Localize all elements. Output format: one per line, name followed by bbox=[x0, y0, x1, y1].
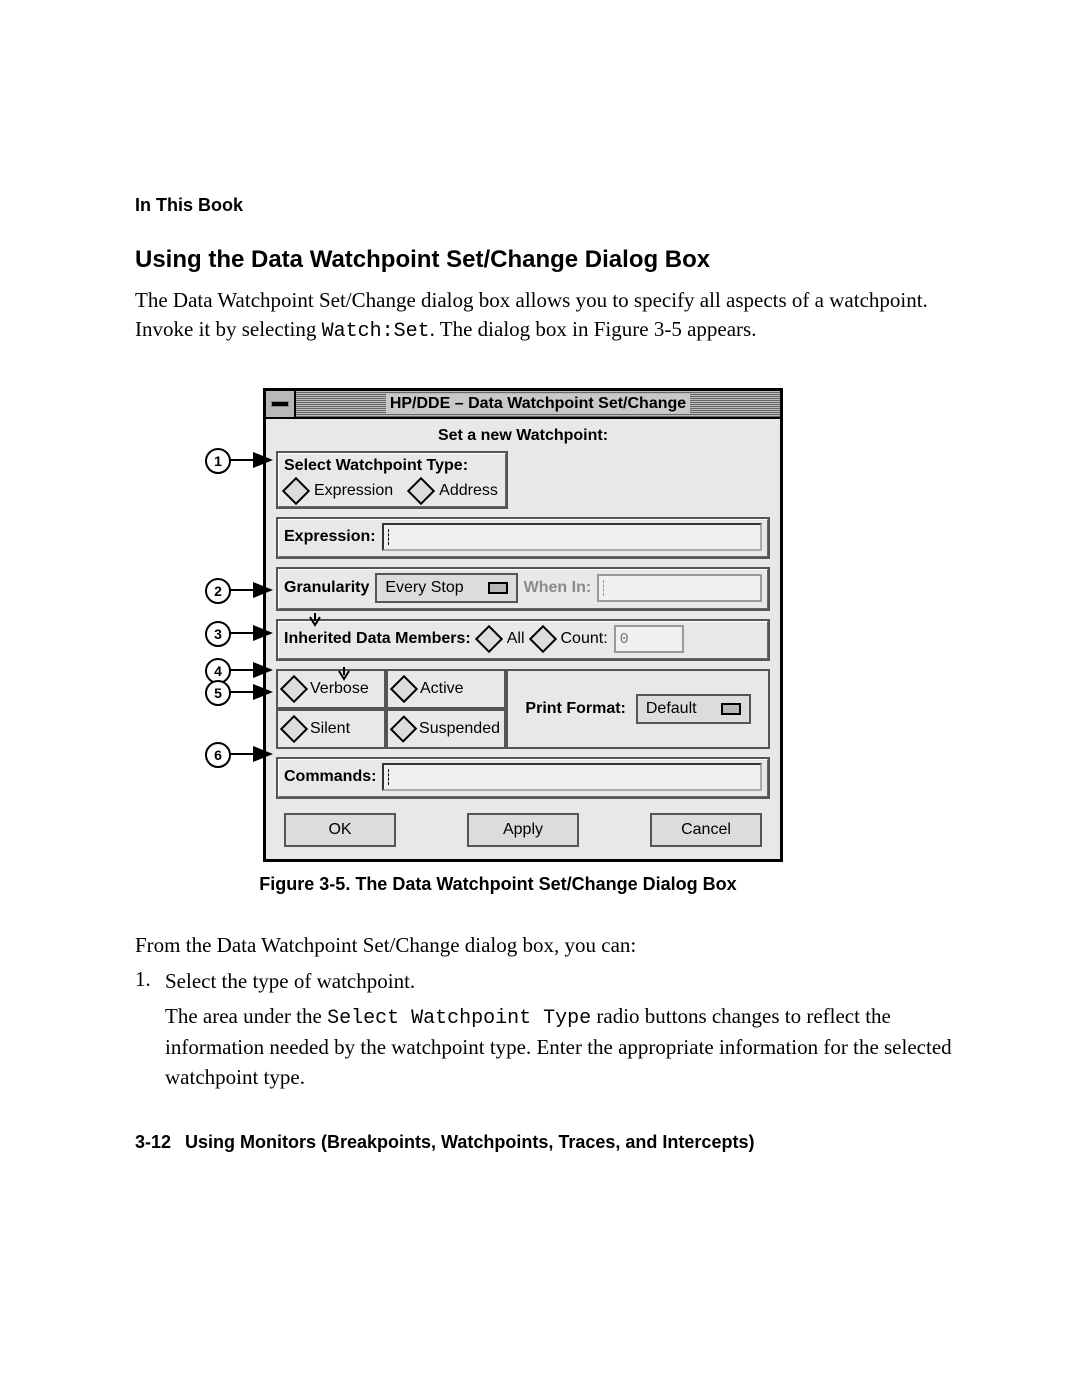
intro-paragraph: The Data Watchpoint Set/Change dialog bo… bbox=[135, 286, 954, 346]
toggle-row: Verbose Active Silent Suspended bbox=[276, 669, 770, 749]
figure-caption: Figure 3-5. The Data Watchpoint Set/Chan… bbox=[203, 874, 793, 895]
page-footer: 3-12 Using Monitors (Breakpoints, Watchp… bbox=[135, 1132, 954, 1153]
figure: 1 2 3 4 5 6 bbox=[203, 388, 793, 862]
option-menu-icon bbox=[721, 703, 741, 715]
chapter-title: Using Monitors (Breakpoints, Watchpoints… bbox=[185, 1132, 754, 1153]
toggle-suspended-label: Suspended bbox=[419, 720, 500, 738]
running-head: In This Book bbox=[135, 195, 954, 216]
diamond-icon bbox=[390, 716, 418, 744]
granularity-label: Granularity bbox=[284, 579, 369, 597]
dialog-subhead: Set a new Watchpoint: bbox=[276, 425, 770, 451]
watchpoint-type-group: Select Watchpoint Type: Expression Addre… bbox=[276, 451, 508, 509]
when-in-input bbox=[597, 574, 762, 602]
commands-input[interactable] bbox=[382, 763, 762, 791]
diamond-icon[interactable] bbox=[282, 477, 310, 505]
diamond-icon[interactable] bbox=[475, 625, 503, 653]
commands-group: Commands: bbox=[276, 757, 770, 799]
dialog-title: HP/DDE – Data Watchpoint Set/Change bbox=[386, 394, 690, 414]
after-paragraph: From the Data Watchpoint Set/Change dial… bbox=[135, 931, 954, 960]
manual-page: In This Book Using the Data Watchpoint S… bbox=[0, 0, 1080, 1153]
list-item-1: 1. Select the type of watchpoint. The ar… bbox=[135, 967, 954, 1098]
print-format-label: Print Format: bbox=[525, 700, 625, 718]
expression-label: Expression: bbox=[284, 528, 376, 546]
detail-code: Select Watchpoint Type bbox=[327, 1007, 591, 1030]
arrow-down-icon bbox=[337, 667, 351, 681]
radio-count[interactable]: Count: bbox=[561, 630, 608, 648]
callout-4: 4 bbox=[205, 658, 231, 684]
diamond-icon bbox=[390, 675, 418, 703]
toggle-silent[interactable]: Silent bbox=[276, 709, 386, 749]
arrow-down-icon bbox=[308, 613, 322, 627]
granularity-value: Every Stop bbox=[385, 579, 463, 597]
section-title: Using the Data Watchpoint Set/Change Dia… bbox=[135, 246, 954, 274]
watchpoint-type-label: Select Watchpoint Type: bbox=[284, 457, 500, 475]
diamond-icon bbox=[280, 715, 308, 743]
apply-button[interactable]: Apply bbox=[467, 813, 579, 847]
intro-code: Watch:Set bbox=[322, 320, 430, 343]
inherited-group: Inherited Data Members: All Count: 0 bbox=[276, 619, 770, 661]
diamond-icon[interactable] bbox=[528, 625, 556, 653]
callout-2: 2 bbox=[205, 578, 231, 604]
page-number: 3-12 bbox=[135, 1132, 171, 1153]
list-number: 1. bbox=[135, 967, 157, 1098]
window-menu-icon[interactable] bbox=[266, 391, 296, 417]
radio-address[interactable]: Address bbox=[439, 482, 498, 500]
callout-5: 5 bbox=[205, 680, 231, 706]
print-format-group: Print Format: Default bbox=[506, 669, 770, 749]
granularity-menu[interactable]: Every Stop bbox=[375, 573, 517, 603]
diamond-icon[interactable] bbox=[407, 477, 435, 505]
ok-button[interactable]: OK bbox=[284, 813, 396, 847]
watchpoint-dialog: HP/DDE – Data Watchpoint Set/Change Set … bbox=[263, 388, 783, 862]
toggle-verbose[interactable]: Verbose bbox=[276, 669, 386, 709]
expression-input[interactable] bbox=[382, 523, 762, 551]
toggle-verbose-label: Verbose bbox=[310, 680, 369, 698]
print-format-value: Default bbox=[646, 700, 697, 718]
button-row: OK Apply Cancel bbox=[276, 807, 770, 849]
toggle-suspended[interactable]: Suspended bbox=[386, 709, 506, 749]
option-menu-icon bbox=[488, 582, 508, 594]
list-detail: The area under the Select Watchpoint Typ… bbox=[165, 1002, 954, 1092]
inherited-label: Inherited Data Members: bbox=[284, 630, 471, 648]
print-format-menu[interactable]: Default bbox=[636, 694, 751, 724]
callout-6: 6 bbox=[205, 742, 231, 768]
diamond-icon bbox=[280, 675, 308, 703]
list-line: Select the type of watchpoint. bbox=[165, 967, 954, 996]
toggle-silent-label: Silent bbox=[310, 720, 350, 738]
cancel-button[interactable]: Cancel bbox=[650, 813, 762, 847]
toggle-active-label: Active bbox=[420, 680, 464, 698]
radio-expression[interactable]: Expression bbox=[314, 482, 393, 500]
commands-label: Commands: bbox=[284, 768, 376, 786]
granularity-group: Granularity Every Stop When In: bbox=[276, 567, 770, 611]
count-input: 0 bbox=[614, 625, 684, 653]
callout-layer: 1 2 3 4 5 6 bbox=[203, 388, 265, 862]
toggle-active[interactable]: Active bbox=[386, 669, 506, 709]
dialog-title-wrap: HP/DDE – Data Watchpoint Set/Change bbox=[296, 391, 780, 417]
when-in-label: When In: bbox=[524, 579, 592, 597]
callout-3: 3 bbox=[205, 621, 231, 647]
dialog-titlebar[interactable]: HP/DDE – Data Watchpoint Set/Change bbox=[266, 391, 780, 419]
radio-all[interactable]: All bbox=[507, 630, 525, 648]
toggle-grid: Verbose Active Silent Suspended bbox=[276, 669, 506, 749]
callout-1: 1 bbox=[205, 448, 231, 474]
expression-group: Expression: bbox=[276, 517, 770, 559]
detail-a: The area under the bbox=[165, 1004, 327, 1028]
intro-text-b: . The dialog box in Figure 3-5 appears. bbox=[430, 317, 757, 341]
